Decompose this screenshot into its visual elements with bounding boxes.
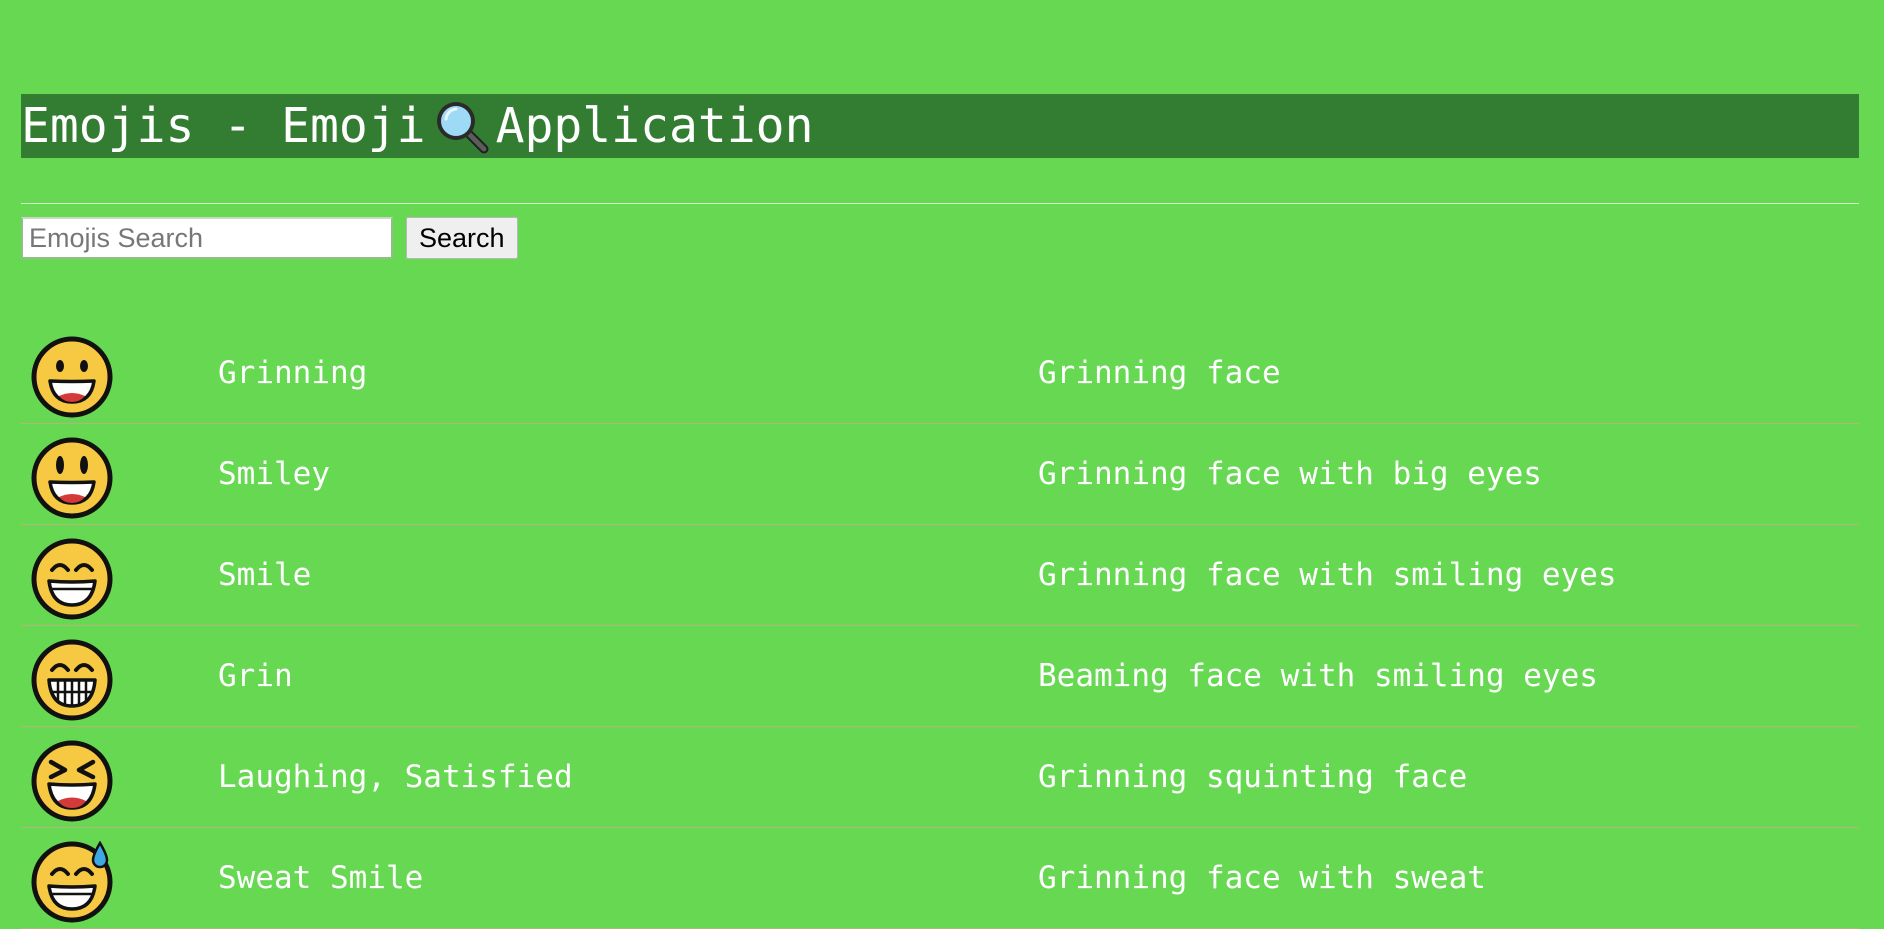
grin-face-icon	[31, 639, 113, 721]
list-item[interactable]: Sweat Smile Grinning face with sweat	[21, 828, 1859, 929]
emoji-description: Grinning face with big eyes	[1038, 456, 1542, 492]
emoji-description: Grinning face with smiling eyes	[1038, 557, 1617, 593]
title-suffix: Application	[495, 98, 814, 154]
emoji-description: Grinning squinting face	[1038, 759, 1468, 795]
smile-face-icon	[31, 538, 113, 620]
search-button[interactable]: Search	[406, 217, 518, 259]
search-bar: Search	[21, 217, 518, 259]
emoji-description: Beaming face with smiling eyes	[1038, 658, 1598, 694]
list-item[interactable]: Smile Grinning face with smiling eyes	[21, 525, 1859, 626]
title-bar: Emojis - Emoji Application	[21, 94, 1859, 158]
title-prefix: Emojis - Emoji	[21, 98, 426, 154]
emoji-name: Sweat Smile	[218, 860, 424, 896]
header-divider	[21, 203, 1859, 204]
list-item[interactable]: Grin Beaming face with smiling eyes	[21, 626, 1859, 727]
emoji-name: Grinning	[218, 355, 368, 391]
emoji-name: Smile	[218, 557, 312, 593]
emoji-list: Grinning Grinning face Smiley Grinning f…	[21, 323, 1859, 929]
smiley-face-icon	[31, 437, 113, 519]
list-item[interactable]: Laughing, Satisfied Grinning squinting f…	[21, 727, 1859, 828]
magnifying-glass-icon	[436, 102, 489, 154]
page-title: Emojis - Emoji Application	[21, 94, 813, 158]
grinning-face-icon	[31, 336, 113, 418]
sweat-smile-face-icon	[31, 841, 113, 923]
list-item[interactable]: Smiley Grinning face with big eyes	[21, 424, 1859, 525]
emoji-name: Smiley	[218, 456, 330, 492]
emoji-name: Grin	[218, 658, 293, 694]
emoji-description: Grinning face with sweat	[1038, 860, 1486, 896]
emoji-description: Grinning face	[1038, 355, 1281, 391]
search-input[interactable]	[21, 217, 393, 259]
list-item[interactable]: Grinning Grinning face	[21, 323, 1859, 424]
emoji-name: Laughing, Satisfied	[218, 759, 573, 795]
laughing-face-icon	[31, 740, 113, 822]
